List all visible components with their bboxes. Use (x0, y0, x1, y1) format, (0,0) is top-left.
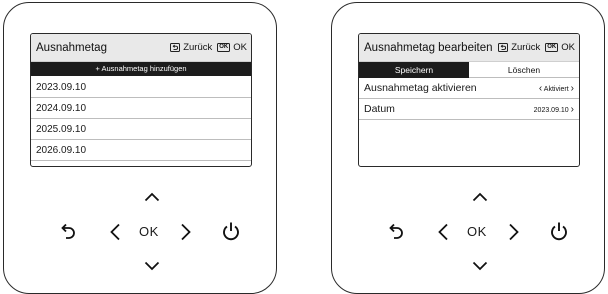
action-tabs: Speichern Löschen (359, 62, 579, 78)
header-actions: Zurück OK OK (170, 42, 247, 53)
activate-exception-row[interactable]: Ausnahmetag aktivieren ‹ Aktiviert › (359, 78, 579, 99)
ok-label[interactable]: OK (561, 42, 575, 53)
down-arrow-icon[interactable] (472, 261, 488, 271)
list-item[interactable]: 2024.09.10 (31, 98, 251, 119)
add-exception-day-button[interactable]: + Ausnahmetag hinzufügen (31, 62, 251, 76)
page-title: Ausnahmetag bearbeiten (364, 42, 493, 54)
header-actions: Zurück OK OK (498, 42, 575, 53)
down-arrow-icon[interactable] (144, 261, 160, 271)
controller-left: Ausnahmetag Zurück OK OK + Ausnahmetag h… (3, 2, 277, 294)
back-label[interactable]: Zurück (183, 42, 212, 53)
up-arrow-icon[interactable] (144, 192, 160, 202)
right-arrow-icon[interactable] (180, 223, 192, 241)
date-label: Datum (364, 103, 395, 115)
back-key-icon (170, 43, 181, 52)
left-arrow-icon[interactable] (437, 223, 449, 241)
up-arrow-icon[interactable] (472, 192, 488, 202)
list-item[interactable]: 2023.09.10 (31, 77, 251, 98)
display-screen: Ausnahmetag bearbeiten Zurück OK OK Spei… (358, 33, 580, 167)
list-item[interactable]: 2026.09.10 (31, 140, 251, 161)
activate-value: Aktiviert (543, 86, 569, 93)
back-icon[interactable] (387, 222, 405, 242)
power-icon[interactable] (221, 221, 241, 242)
back-key-icon (498, 43, 509, 52)
activate-label: Ausnahmetag aktivieren (364, 82, 477, 94)
back-label[interactable]: Zurück (511, 42, 540, 53)
list-item[interactable]: 2025.09.10 (31, 119, 251, 140)
screen-header: Ausnahmetag Zurück OK OK (31, 34, 251, 62)
chevron-right-icon[interactable]: › (571, 104, 574, 115)
display-screen: Ausnahmetag Zurück OK OK + Ausnahmetag h… (30, 33, 252, 167)
ok-label[interactable]: OK (233, 42, 247, 53)
ok-key-icon: OK (545, 43, 559, 52)
power-icon[interactable] (549, 221, 569, 242)
date-value-selector[interactable]: 2023.09.10 › (534, 99, 574, 121)
controller-right: Ausnahmetag bearbeiten Zurück OK OK Spei… (331, 2, 605, 294)
date-row[interactable]: Datum 2023.09.10 › (359, 99, 579, 120)
activate-value-selector[interactable]: ‹ Aktiviert › (539, 78, 574, 100)
date-value: 2023.09.10 (533, 107, 569, 114)
ok-button[interactable]: OK (139, 224, 159, 239)
screen-header: Ausnahmetag bearbeiten Zurück OK OK (359, 34, 579, 62)
left-arrow-icon[interactable] (109, 223, 121, 241)
back-icon[interactable] (59, 222, 77, 242)
chevron-right-icon[interactable]: › (571, 83, 574, 94)
page-title: Ausnahmetag (36, 42, 107, 54)
tab-save[interactable]: Speichern (359, 62, 469, 78)
ok-button[interactable]: OK (467, 224, 487, 239)
chevron-left-icon[interactable]: ‹ (539, 83, 542, 94)
ok-key-icon: OK (217, 43, 231, 52)
right-arrow-icon[interactable] (508, 223, 520, 241)
tab-delete[interactable]: Löschen (469, 62, 579, 78)
